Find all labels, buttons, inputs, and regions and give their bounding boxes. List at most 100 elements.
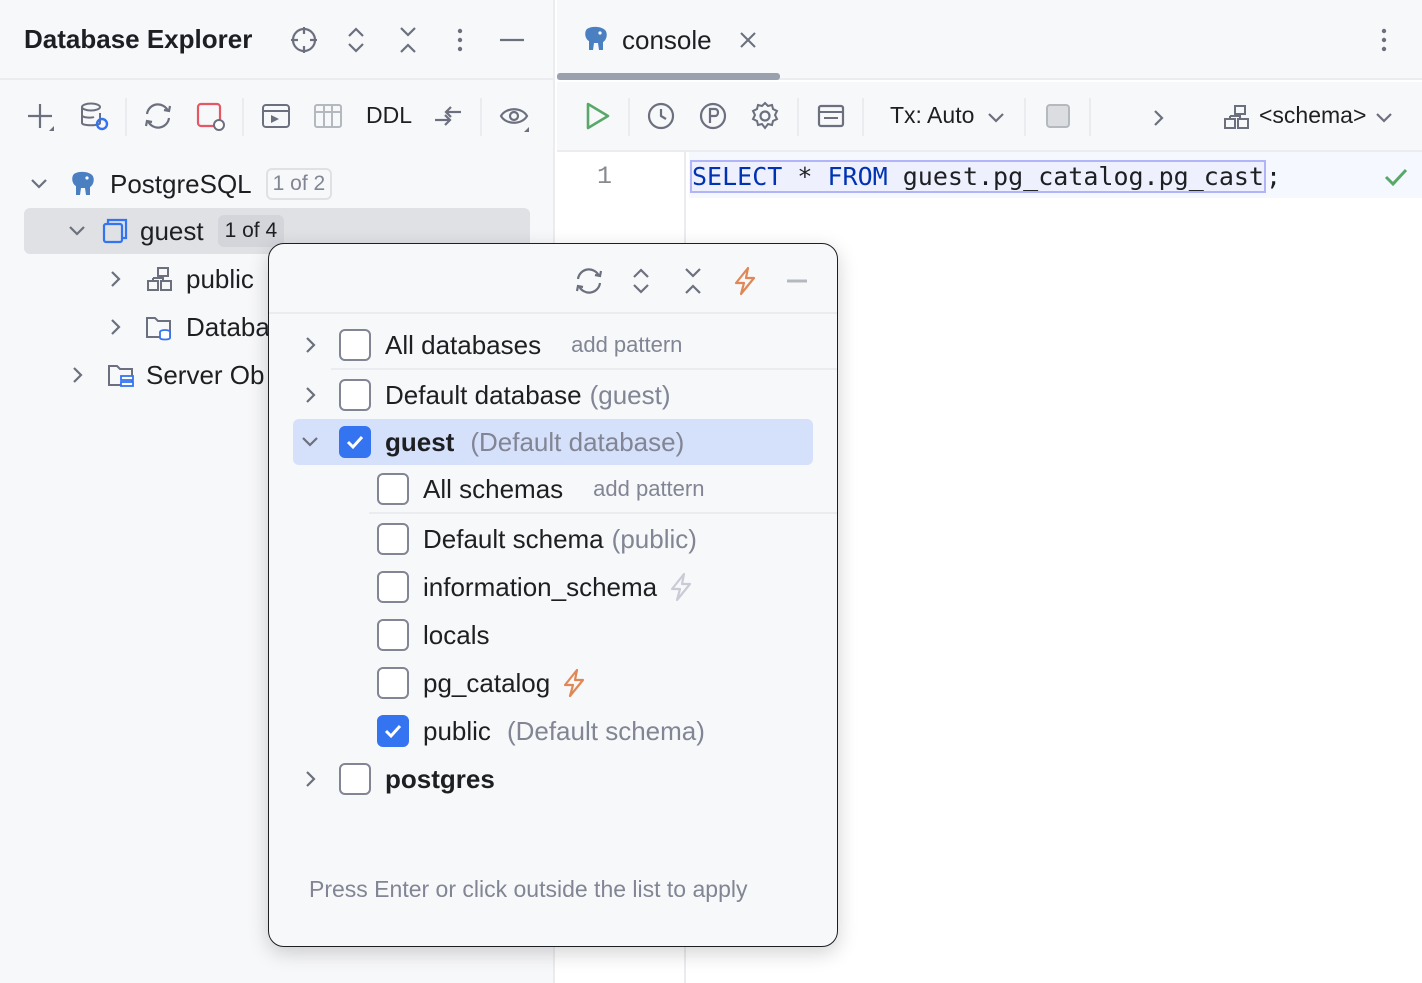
object-count-badge[interactable]: 1 of 2: [266, 168, 333, 200]
ddl-button[interactable]: DDL: [366, 102, 412, 129]
tree-node-server-objects[interactable]: Server Ob: [64, 352, 274, 398]
explorer-toolbar: DDL: [0, 82, 555, 152]
checkbox[interactable]: [377, 571, 409, 603]
minimize-icon[interactable]: [492, 20, 532, 60]
add-icon[interactable]: [20, 96, 60, 136]
query-highlight[interactable]: SELECT * FROM guest.pg_catalog.pg_cast: [690, 160, 1266, 193]
chevron-down-icon[interactable]: [985, 107, 1007, 129]
item-label: All databases: [385, 330, 541, 361]
item-label: guest: [385, 427, 454, 458]
panel-title: Database Explorer: [24, 24, 252, 55]
add-pattern-link[interactable]: add pattern: [593, 476, 704, 502]
line-number: 1: [597, 162, 612, 191]
collapse-all-icon[interactable]: [673, 261, 713, 301]
chevron-down-icon[interactable]: [64, 218, 90, 244]
check-icon: [381, 719, 405, 743]
checkbox[interactable]: [377, 523, 409, 555]
chevron-right-icon[interactable]: [102, 266, 128, 292]
history-icon[interactable]: [641, 96, 681, 136]
chevron-down-icon[interactable]: [26, 171, 52, 197]
object-count-badge[interactable]: 1 of 4: [218, 215, 285, 247]
run-icon[interactable]: [577, 96, 617, 136]
item-hint: (Default database): [470, 427, 684, 458]
checkbox[interactable]: [377, 619, 409, 651]
jump-to-console-icon[interactable]: [256, 96, 296, 136]
tree-node-label: Server Ob: [146, 360, 265, 391]
settings-icon[interactable]: [745, 96, 785, 136]
chevron-right-icon[interactable]: [1147, 107, 1169, 129]
schema-icon: [1221, 102, 1253, 134]
refresh-icon[interactable]: [569, 261, 609, 301]
checkbox[interactable]: [339, 379, 371, 411]
list-item-pg-catalog[interactable]: pg_catalog: [377, 660, 837, 706]
output-icon[interactable]: [811, 96, 851, 136]
code-target: guest.pg_catalog.pg_cast: [888, 162, 1264, 191]
table-view-icon[interactable]: [308, 96, 348, 136]
chevron-down-icon[interactable]: [297, 429, 323, 455]
editor-tab-bar: console: [557, 0, 1422, 80]
list-item-guest[interactable]: guest (Default database): [293, 419, 813, 465]
chevron-right-icon[interactable]: [297, 332, 323, 358]
list-item-default-schema[interactable]: Default schema (public): [377, 516, 837, 562]
list-item-default-database[interactable]: Default database (guest): [297, 372, 837, 418]
expand-all-icon[interactable]: [336, 20, 376, 60]
checkbox[interactable]: [377, 667, 409, 699]
collapse-all-icon[interactable]: [388, 20, 428, 60]
tree-node-label: public: [186, 264, 254, 295]
checkbox-checked[interactable]: [339, 426, 371, 458]
close-icon[interactable]: [737, 29, 759, 51]
chevron-right-icon[interactable]: [102, 314, 128, 340]
show-options-icon[interactable]: [494, 96, 534, 136]
lightning-icon[interactable]: [725, 261, 765, 301]
keyword-from: FROM: [827, 162, 887, 191]
checkbox[interactable]: [339, 329, 371, 361]
tree-node-label: Databa: [186, 312, 270, 343]
active-tab-indicator: [557, 73, 780, 80]
chevron-right-icon[interactable]: [297, 382, 323, 408]
add-pattern-link[interactable]: add pattern: [571, 332, 682, 358]
chevron-right-icon[interactable]: [297, 766, 323, 792]
checkbox[interactable]: [339, 763, 371, 795]
list-item-public[interactable]: public (Default schema): [377, 708, 837, 754]
transaction-mode-dropdown[interactable]: Tx: Auto: [890, 102, 974, 129]
checkbox-checked[interactable]: [377, 715, 409, 747]
tab-console[interactable]: console: [557, 0, 780, 80]
tree-node-label: guest: [140, 216, 204, 247]
schema-selector[interactable]: <schema>: [1259, 102, 1366, 129]
item-label: postgres: [385, 764, 495, 795]
keyword-select: SELECT: [692, 162, 782, 191]
list-item-all-schemas[interactable]: All schemas add pattern: [377, 466, 837, 512]
schema-selection-popup: All databases add pattern Default databa…: [268, 243, 838, 947]
minimize-icon[interactable]: [777, 261, 817, 301]
popup-toolbar: [269, 244, 838, 314]
locate-icon[interactable]: [284, 20, 324, 60]
data-source-properties-icon[interactable]: [74, 96, 114, 136]
more-vertical-icon[interactable]: [1364, 20, 1404, 60]
list-item-postgres[interactable]: postgres: [297, 756, 837, 802]
list-item-all-databases[interactable]: All databases add pattern: [297, 322, 837, 368]
checkbox[interactable]: [377, 473, 409, 505]
tree-node-databases[interactable]: Databa: [102, 304, 282, 350]
check-icon: [343, 430, 367, 454]
expand-all-icon[interactable]: [621, 261, 661, 301]
item-hint: (Default schema): [507, 716, 705, 747]
more-vertical-icon[interactable]: [440, 20, 480, 60]
refresh-icon[interactable]: [138, 96, 178, 136]
chevron-down-icon[interactable]: [1373, 107, 1395, 129]
lightning-icon: [558, 667, 590, 699]
sql-editor[interactable]: SELECT * FROM guest.pg_catalog.pg_cast;: [690, 162, 1281, 191]
panel-header: Database Explorer: [0, 0, 555, 80]
chevron-right-icon[interactable]: [64, 362, 90, 388]
stop-icon[interactable]: [1038, 96, 1078, 136]
disconnect-icon[interactable]: [190, 96, 230, 136]
postgres-elephant-icon: [581, 24, 611, 54]
pin-icon[interactable]: [693, 96, 733, 136]
tree-node-public[interactable]: public: [102, 256, 282, 302]
list-item-information-schema[interactable]: information_schema: [377, 564, 837, 610]
compare-icon[interactable]: [428, 96, 468, 136]
item-label: public: [423, 716, 491, 747]
check-icon: [1381, 162, 1411, 192]
tree-node-postgresql[interactable]: PostgreSQL 1 of 2: [26, 161, 346, 207]
item-label: information_schema: [423, 572, 657, 603]
list-item-locals[interactable]: locals: [377, 612, 837, 658]
